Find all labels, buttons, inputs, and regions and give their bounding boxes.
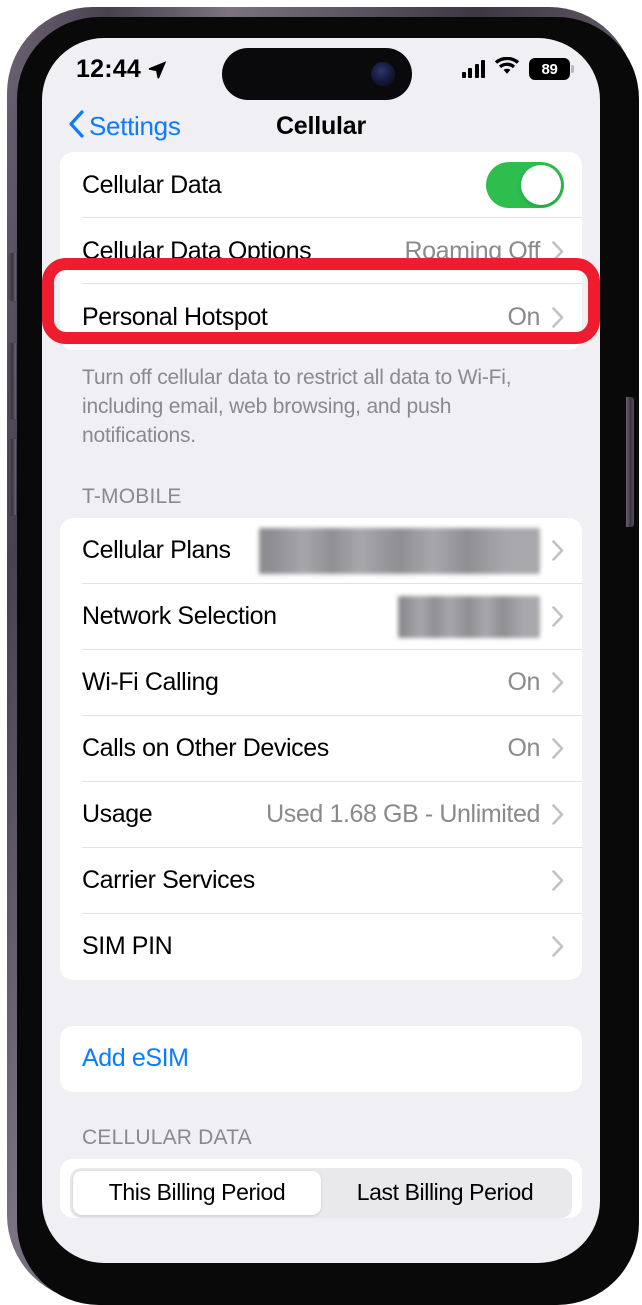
row-label: Cellular Plans (82, 536, 231, 565)
row-label: Wi-Fi Calling (82, 668, 219, 697)
back-button[interactable]: Settings (68, 109, 181, 143)
segment-this-billing-period[interactable]: This Billing Period (73, 1170, 321, 1215)
cellular-data-toggle[interactable] (486, 162, 564, 208)
row-label: Cellular Data Options (82, 236, 312, 265)
battery-level: 89 (541, 60, 558, 78)
chevron-right-icon (552, 606, 564, 628)
redacted-value (398, 595, 540, 638)
phone-screen: 12:44 89 Settings Cellular Cellular Data… (42, 38, 600, 1263)
power-button[interactable] (626, 397, 634, 527)
row-network-selection[interactable]: Network Selection (60, 584, 582, 650)
row-sim-pin[interactable]: SIM PIN (60, 914, 582, 980)
cellular-signal-icon (461, 60, 485, 78)
row-wifi-calling[interactable]: Wi-Fi Calling On (60, 650, 582, 716)
row-value: On (507, 668, 540, 697)
back-button-label: Settings (89, 110, 181, 141)
row-value: Used 1.68 GB - Unlimited (266, 800, 540, 829)
volume-down-button[interactable] (9, 439, 16, 515)
volume-up-button[interactable] (9, 343, 16, 419)
status-bar: 12:44 89 (42, 38, 600, 100)
chevron-left-icon (68, 109, 84, 143)
toggle-knob (521, 165, 561, 205)
billing-period-segmented-control[interactable]: This Billing Period Last Billing Period (70, 1167, 572, 1218)
row-label: Cellular Data (82, 170, 222, 199)
segment-last-billing-period[interactable]: Last Billing Period (321, 1171, 569, 1215)
row-cellular-data-options[interactable]: Cellular Data Options Roaming Off (60, 218, 582, 284)
row-cellular-data[interactable]: Cellular Data (60, 152, 582, 218)
status-time: 12:44 (76, 54, 141, 83)
carrier-card: Cellular Plans Network Selection Wi-Fi C… (60, 517, 582, 980)
dynamic-island (222, 48, 412, 100)
row-carrier-services[interactable]: Carrier Services (60, 848, 582, 914)
battery-nub (571, 65, 574, 73)
settings-content: Cellular Data Cellular Data Options Roam… (42, 152, 600, 1218)
row-label: SIM PIN (82, 932, 173, 961)
carrier-section-header: T-MOBILE (82, 484, 182, 508)
row-calls-on-other-devices[interactable]: Calls on Other Devices On (60, 716, 582, 782)
chevron-right-icon (552, 672, 564, 694)
chevron-right-icon (552, 936, 564, 958)
cellular-data-usage-card: This Billing Period Last Billing Period (60, 1158, 582, 1218)
battery-icon: 89 (529, 58, 574, 80)
cellular-main-card: Cellular Data Cellular Data Options Roam… (60, 152, 582, 350)
chevron-right-icon (552, 804, 564, 826)
row-label: Network Selection (82, 602, 277, 631)
status-time-group: 12:44 (76, 55, 168, 84)
chevron-right-icon (552, 240, 564, 262)
chevron-right-icon (552, 738, 564, 760)
chevron-right-icon (552, 306, 564, 328)
add-esim-button[interactable]: Add eSIM (60, 1026, 582, 1092)
redacted-value (259, 527, 540, 574)
navigation-bar: Settings Cellular (42, 100, 600, 152)
row-label: Carrier Services (82, 866, 255, 895)
row-value: On (507, 734, 540, 763)
location-arrow-icon (147, 59, 168, 80)
front-camera-icon (371, 62, 395, 86)
chevron-right-icon (552, 870, 564, 892)
row-label: Personal Hotspot (82, 302, 268, 331)
row-usage[interactable]: Usage Used 1.68 GB - Unlimited (60, 782, 582, 848)
wifi-icon (494, 56, 520, 81)
row-label: Usage (82, 800, 153, 829)
row-value: On (507, 302, 540, 331)
cellular-data-footer-note: Turn off cellular data to restrict all d… (82, 366, 512, 447)
chevron-right-icon (552, 540, 564, 562)
add-esim-card: Add eSIM (60, 1025, 582, 1092)
status-indicators: 89 (461, 56, 574, 81)
cellular-data-section-header: CELLULAR DATA (82, 1125, 252, 1149)
row-label: Calls on Other Devices (82, 734, 329, 763)
row-cellular-plans[interactable]: Cellular Plans (60, 518, 582, 584)
row-personal-hotspot[interactable]: Personal Hotspot On (60, 284, 582, 350)
action-button[interactable] (9, 253, 16, 301)
row-value: Roaming Off (404, 236, 541, 265)
